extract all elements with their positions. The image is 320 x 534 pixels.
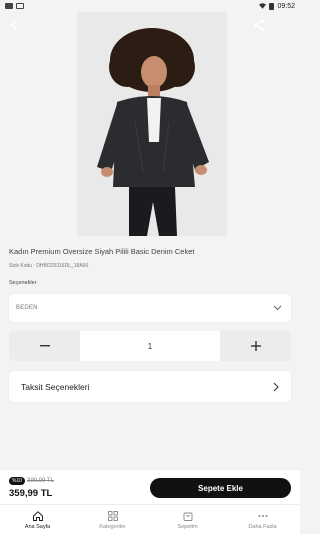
status-icons-right: 09:52 (259, 2, 295, 10)
grid-icon (107, 510, 118, 521)
size-select-value: BEDEN (16, 305, 38, 311)
installments-label: Taksit Seçenekleri (21, 381, 90, 392)
old-price: 399,99 TL (27, 478, 54, 484)
more-icon (258, 514, 267, 517)
cart-icon (183, 512, 192, 521)
notification-icon (5, 3, 13, 9)
add-to-cart-button[interactable]: Sepete Ekle (150, 478, 291, 498)
chevron-right-icon (273, 382, 279, 391)
status-icons-left (5, 3, 24, 9)
product-title: Kadın Premium Oversize Siyah Pilili Basi… (9, 247, 195, 256)
options-label: Seçenekler (9, 280, 37, 286)
increase-quantity-button[interactable] (220, 331, 291, 361)
installments-row[interactable]: Taksit Seçenekleri (9, 371, 291, 402)
tab-label: Kategoriler (99, 523, 126, 530)
tab-cart[interactable]: Sepetim (150, 505, 225, 534)
size-select[interactable]: BEDEN (9, 294, 291, 322)
current-price: 359,99 TL (9, 488, 53, 499)
bottom-tab-bar: Ana Sayfa Kategoriler Sepetim Daha Fazla (0, 504, 300, 534)
purchase-bar: %10 399,99 TL 359,99 TL Sepete Ekle (0, 469, 300, 505)
wifi-icon (259, 3, 267, 9)
share-icon[interactable] (252, 18, 266, 32)
product-image-gallery[interactable] (0, 12, 300, 236)
tab-label: Daha Fazla (248, 523, 277, 530)
back-arrow-icon[interactable] (8, 18, 22, 32)
decrease-quantity-button[interactable] (9, 331, 80, 361)
status-bar: 09:52 (0, 0, 300, 12)
minus-icon (39, 345, 50, 347)
tab-label: Ana Sayfa (24, 523, 51, 530)
quantity-value[interactable]: 1 (80, 331, 220, 361)
tab-categories[interactable]: Kategoriler (75, 505, 150, 534)
tab-label: Sepetim (177, 523, 198, 530)
status-time: 09:52 (277, 2, 295, 10)
tab-home[interactable]: Ana Sayfa (0, 505, 75, 534)
tab-more[interactable]: Daha Fazla (225, 505, 300, 534)
quantity-stepper: 1 (9, 331, 291, 361)
discount-badge: %10 (9, 477, 26, 485)
battery-icon (269, 2, 275, 10)
plus-icon (250, 341, 261, 351)
chevron-down-icon (273, 305, 282, 311)
home-icon (32, 510, 43, 521)
product-sku: Stok Kodu : DHBO25316DL_18A66 (9, 263, 89, 269)
app-icon (16, 3, 24, 9)
product-photo (77, 12, 227, 236)
